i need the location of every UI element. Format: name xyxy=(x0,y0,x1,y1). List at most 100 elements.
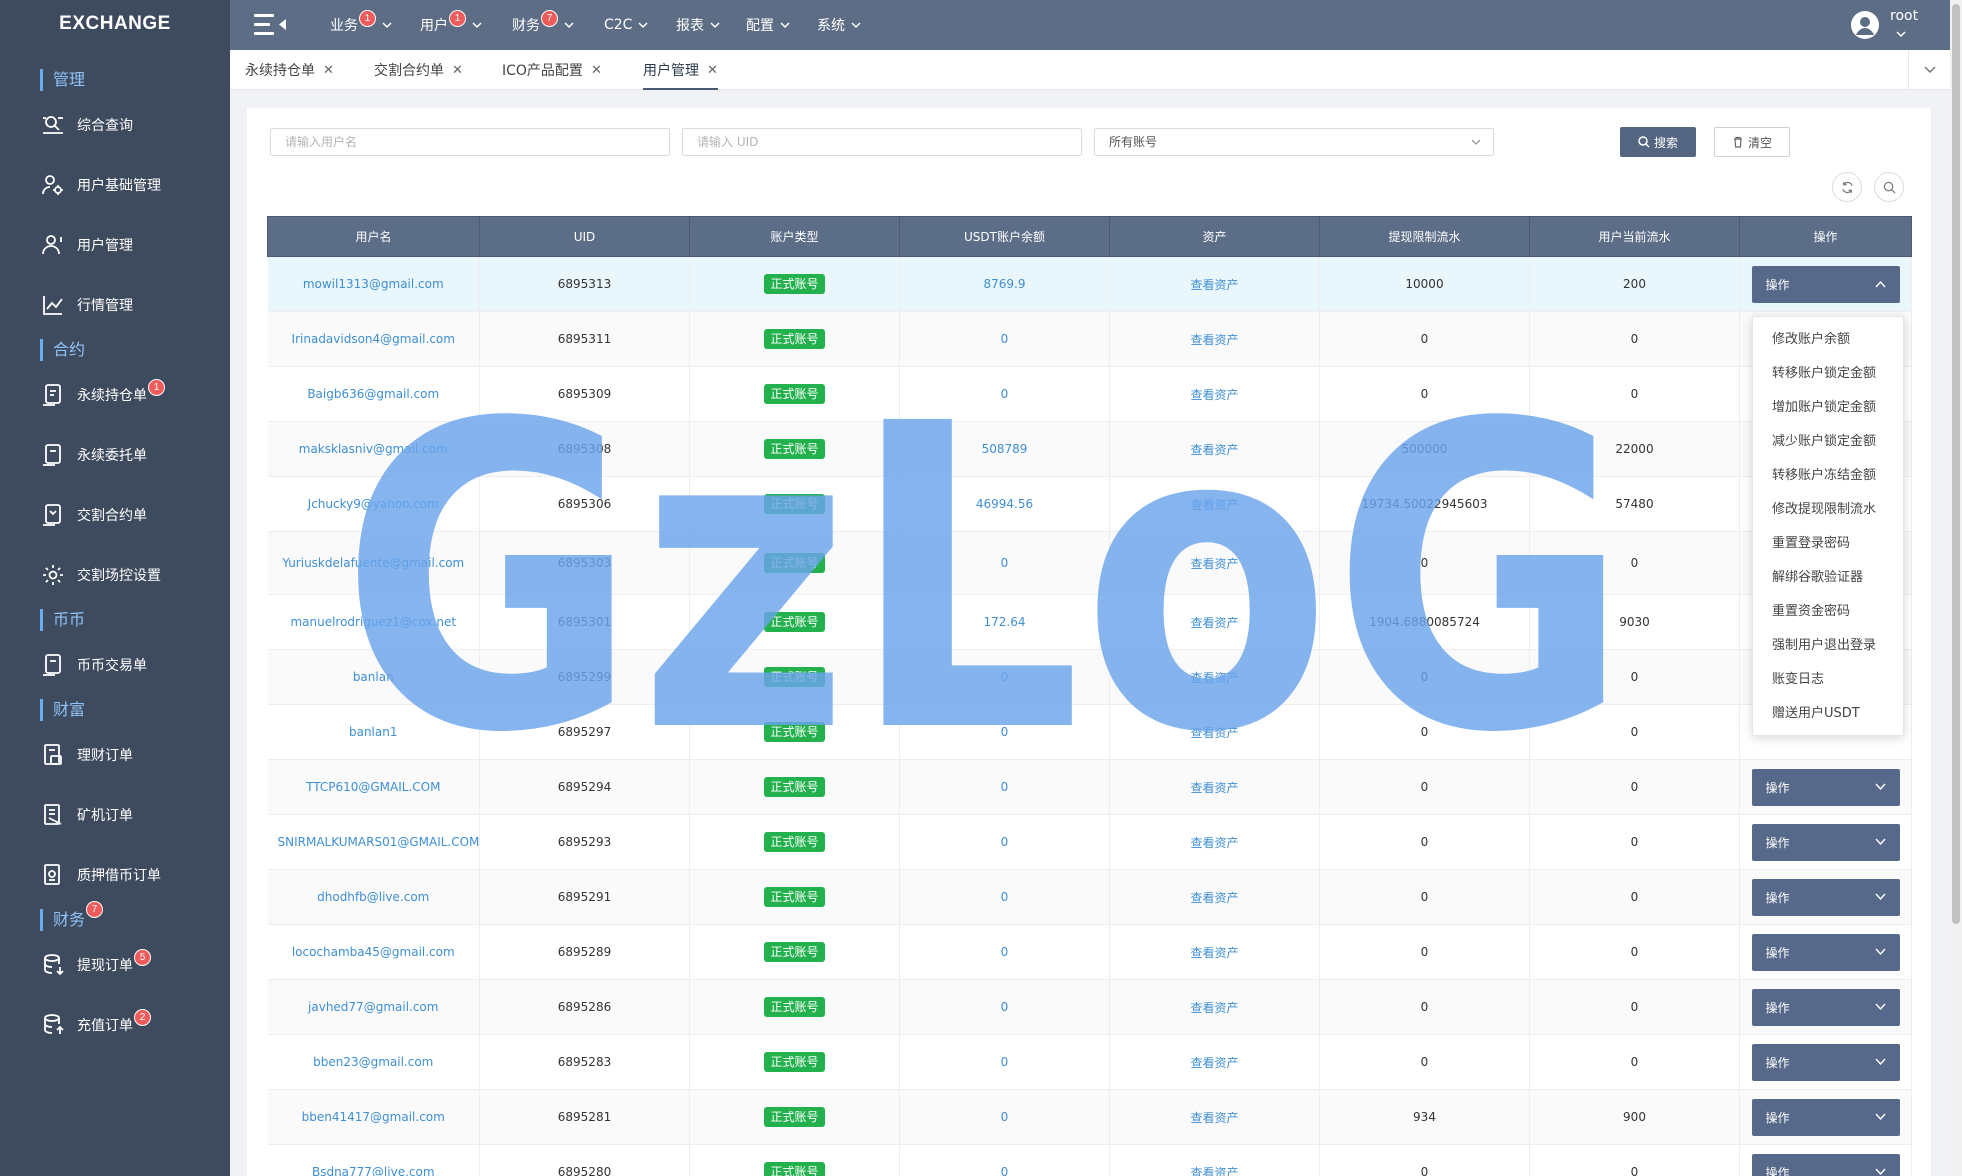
username-cell[interactable]: locochamba45@gmail.com xyxy=(267,924,480,980)
view-assets-link[interactable]: 查看资产 xyxy=(1190,891,1238,905)
operation-button[interactable]: 操作 xyxy=(1751,1098,1900,1136)
nav-finance[interactable]: 财务 7 xyxy=(512,0,574,50)
usdt-balance-link[interactable]: 0 xyxy=(1001,945,1009,959)
username-cell[interactable]: dhodhfb@live.com xyxy=(267,869,480,925)
tab-delivery-orders[interactable]: 交割合约单 ✕ xyxy=(374,50,463,90)
refresh-button[interactable] xyxy=(1832,172,1862,202)
usdt-balance-link[interactable]: 0 xyxy=(1001,890,1009,904)
dropdown-item[interactable]: 重置资金密码 xyxy=(1753,595,1903,629)
sidebar-item-withdraw-orders[interactable]: 提现订单 5 xyxy=(40,948,225,981)
view-assets-link[interactable]: 查看资产 xyxy=(1190,1001,1238,1015)
view-assets-link[interactable]: 查看资产 xyxy=(1190,333,1238,347)
operation-button[interactable]: 操作 xyxy=(1751,1153,1900,1176)
nav-business[interactable]: 业务 1 xyxy=(330,0,392,50)
nav-c2c[interactable]: C2C xyxy=(604,0,648,50)
sidebar-item-delivery-control[interactable]: 交割场控设置 xyxy=(40,559,225,591)
username-cell[interactable]: Baigb636@gmail.com xyxy=(267,366,480,422)
usdt-balance-link[interactable]: 172.64 xyxy=(984,615,1026,629)
menu-toggle-icon[interactable] xyxy=(252,11,290,39)
usdt-balance-link[interactable]: 0 xyxy=(1001,1000,1009,1014)
view-assets-link[interactable]: 查看资产 xyxy=(1190,946,1238,960)
sidebar-item-market[interactable]: 行情管理 xyxy=(40,289,225,321)
sidebar-item-perpetual-positions[interactable]: 永续持仓单 1 xyxy=(40,378,225,411)
dropdown-item[interactable]: 重置登录密码 xyxy=(1753,527,1903,561)
username-cell[interactable]: SNIRMALKUMARS01@GMAIL.COM xyxy=(267,814,480,870)
tab-user-management[interactable]: 用户管理 ✕ xyxy=(643,50,718,90)
username-cell[interactable]: banlan xyxy=(267,649,480,705)
tab-more-button[interactable] xyxy=(1908,50,1950,90)
close-icon[interactable]: ✕ xyxy=(591,63,602,78)
view-assets-link[interactable]: 查看资产 xyxy=(1190,1111,1238,1125)
sidebar-item-overview[interactable]: 综合查询 xyxy=(40,109,225,141)
usdt-balance-link[interactable]: 0 xyxy=(1001,725,1009,739)
nav-user[interactable]: 用户 1 xyxy=(420,0,482,50)
dropdown-item[interactable]: 减少账户锁定金额 xyxy=(1753,425,1903,459)
sidebar-item-user-manage[interactable]: 用户管理 xyxy=(40,229,225,261)
username-cell[interactable]: Bsdna777@live.com xyxy=(267,1144,480,1176)
view-assets-link[interactable]: 查看资产 xyxy=(1190,278,1238,292)
dropdown-item[interactable]: 赠送用户USDT xyxy=(1753,697,1903,731)
username-cell[interactable]: mowil1313@gmail.com xyxy=(267,256,480,312)
username-cell[interactable]: Yuriuskdelafuente@gmail.com xyxy=(267,531,480,595)
nav-system[interactable]: 系统 xyxy=(817,0,861,50)
user-menu[interactable]: root xyxy=(1850,6,1930,44)
dropdown-item[interactable]: 增加账户锁定金额 xyxy=(1753,391,1903,425)
username-cell[interactable]: manuelrodriguez1@cox.net xyxy=(267,594,480,650)
username-cell[interactable]: javhed77@gmail.com xyxy=(267,979,480,1035)
username-cell[interactable]: TTCP610@GMAIL.COM xyxy=(267,759,480,815)
usdt-balance-link[interactable]: 0 xyxy=(1001,387,1009,401)
view-assets-link[interactable]: 查看资产 xyxy=(1190,836,1238,850)
operation-button[interactable]: 操作 xyxy=(1751,265,1900,303)
sidebar-item-pledge-orders[interactable]: 质押借币订单 xyxy=(40,859,225,891)
dropdown-item[interactable]: 账变日志 xyxy=(1753,663,1903,697)
operation-button[interactable]: 操作 xyxy=(1751,768,1900,806)
sidebar-item-user-basic[interactable]: 用户基础管理 xyxy=(40,169,225,201)
view-assets-link[interactable]: 查看资产 xyxy=(1190,616,1238,630)
username-cell[interactable]: Irinadavidson4@gmail.com xyxy=(267,311,480,367)
view-assets-link[interactable]: 查看资产 xyxy=(1190,498,1238,512)
scrollbar-thumb[interactable] xyxy=(1952,4,1960,924)
usdt-balance-link[interactable]: 0 xyxy=(1001,1055,1009,1069)
usdt-balance-link[interactable]: 508789 xyxy=(982,442,1028,456)
search-button[interactable]: 搜索 xyxy=(1620,127,1696,157)
view-assets-link[interactable]: 查看资产 xyxy=(1190,781,1238,795)
dropdown-item[interactable]: 修改账户余额 xyxy=(1753,323,1903,357)
tab-ico-config[interactable]: ICO产品配置 ✕ xyxy=(502,50,602,90)
dropdown-item[interactable]: 修改提现限制流水 xyxy=(1753,493,1903,527)
tab-perpetual-positions[interactable]: 永续持仓单 ✕ xyxy=(245,50,334,90)
close-icon[interactable]: ✕ xyxy=(452,63,463,78)
usdt-balance-link[interactable]: 0 xyxy=(1001,835,1009,849)
operation-button[interactable]: 操作 xyxy=(1751,878,1900,916)
sidebar-item-delivery-orders[interactable]: 交割合约单 xyxy=(40,499,225,531)
usdt-balance-link[interactable]: 0 xyxy=(1001,1165,1009,1176)
operation-button[interactable]: 操作 xyxy=(1751,1043,1900,1081)
usdt-balance-link[interactable]: 8769.9 xyxy=(984,277,1026,291)
dropdown-item[interactable]: 转移账户冻结金额 xyxy=(1753,459,1903,493)
toggle-search-button[interactable] xyxy=(1874,172,1904,202)
view-assets-link[interactable]: 查看资产 xyxy=(1190,671,1238,685)
page-scrollbar[interactable] xyxy=(1950,0,1962,1176)
operation-button[interactable]: 操作 xyxy=(1751,933,1900,971)
sidebar-item-wealth-orders[interactable]: 理财订单 xyxy=(40,739,225,771)
uid-input[interactable] xyxy=(682,128,1082,156)
username-cell[interactable]: Jchucky9@yahoo.com xyxy=(267,476,480,532)
sidebar-item-deposit-orders[interactable]: 充值订单 2 xyxy=(40,1008,225,1041)
sidebar-item-perpetual-orders[interactable]: 永续委托单 xyxy=(40,439,225,471)
dropdown-item[interactable]: 强制用户退出登录 xyxy=(1753,629,1903,663)
username-cell[interactable]: maksklasniv@gmail.com xyxy=(267,421,480,477)
operation-button[interactable]: 操作 xyxy=(1751,823,1900,861)
nav-reports[interactable]: 报表 xyxy=(676,0,720,50)
clear-button[interactable]: 清空 xyxy=(1714,127,1790,157)
dropdown-item[interactable]: 转移账户锁定金额 xyxy=(1753,357,1903,391)
view-assets-link[interactable]: 查看资产 xyxy=(1190,1166,1238,1176)
view-assets-link[interactable]: 查看资产 xyxy=(1190,443,1238,457)
username-cell[interactable]: banlan1 xyxy=(267,704,480,760)
view-assets-link[interactable]: 查看资产 xyxy=(1190,557,1238,571)
close-icon[interactable]: ✕ xyxy=(707,63,718,78)
usdt-balance-link[interactable]: 0 xyxy=(1001,556,1009,570)
username-cell[interactable]: bben23@gmail.com xyxy=(267,1034,480,1090)
username-cell[interactable]: bben41417@gmail.com xyxy=(267,1089,480,1145)
username-input[interactable] xyxy=(270,128,670,156)
nav-config[interactable]: 配置 xyxy=(746,0,790,50)
usdt-balance-link[interactable]: 0 xyxy=(1001,332,1009,346)
